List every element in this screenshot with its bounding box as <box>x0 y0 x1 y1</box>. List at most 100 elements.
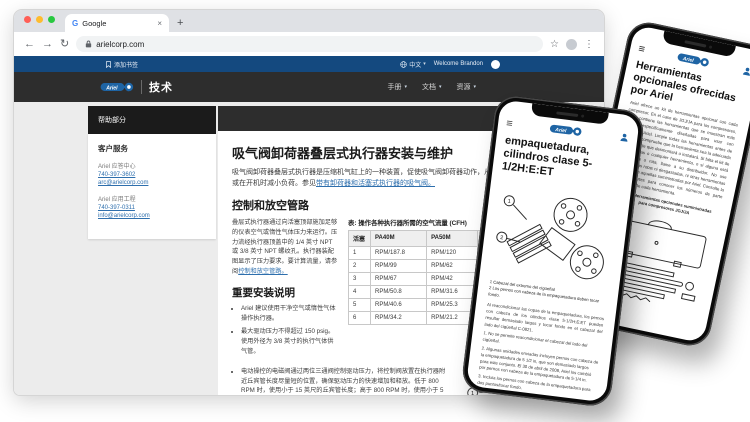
table-cell: 1 <box>349 246 371 259</box>
brand-divider <box>141 80 142 94</box>
install-note: Ariel 建议使用干净空气或惰性气体操作执行器。 <box>241 304 338 323</box>
section1-body: 叠层式执行器通过向活塞顶部施加足够的仪表空气或惰性气体压力来运行。压力流经执行器… <box>232 219 337 276</box>
window-controls[interactable] <box>24 10 55 32</box>
contact-name: Ariel 应答中心 <box>98 161 206 170</box>
table-cell: RPM/187.8 <box>371 246 427 259</box>
user-avatar[interactable] <box>491 60 500 69</box>
contact-phone-link[interactable]: 740-397-0311 <box>98 205 206 211</box>
url-text: arielcorp.com <box>96 40 144 49</box>
bookmark-icon <box>106 61 111 68</box>
table-header-cell: PA40M <box>371 230 427 246</box>
table-cell: RPM/67 <box>371 272 427 285</box>
install-note: 最大驱动压力不得超过 150 psig。使用外径为 3/8 英寸的执行气体供气管… <box>241 327 338 356</box>
camera-dot <box>709 45 713 49</box>
table-cell: RPM/50.8 <box>371 285 427 298</box>
browser-toolbar: ← → ↻ arielcorp.com ☆ ⋮ <box>14 32 604 56</box>
diagram-callout: 1 <box>507 199 511 205</box>
browser-profile-avatar[interactable] <box>566 39 577 50</box>
speaker-grille <box>685 40 707 48</box>
maximize-window-button[interactable] <box>48 16 55 23</box>
table-cell: 4 <box>349 285 371 298</box>
hamburger-menu-icon[interactable]: ≡ <box>637 43 646 55</box>
packing-diagram: 1 2 <box>486 177 623 292</box>
site-section-title: 技术 <box>149 79 173 95</box>
chevron-down-icon: ▾ <box>404 84 407 90</box>
ariel-logo <box>549 123 583 138</box>
bookmark-star-icon[interactable]: ☆ <box>550 39 559 50</box>
tab-close-icon[interactable]: × <box>157 19 162 28</box>
site-utility-bar: 添加书签 中文 ▾ Welcome Brandon <box>14 56 604 72</box>
site-brand[interactable]: 技术 <box>100 79 173 95</box>
install-note: 电动操控的电磁阀通过两位三通阀控制驱动压力，将控制阀放置在执行器附近丘宾管长度尽… <box>241 367 447 395</box>
nav-menu-item[interactable]: 手册 ▾ <box>387 82 407 92</box>
section1-text: 叠层式执行器通过向活塞顶部施加足够的仪表空气或惰性气体压力来运行。压力流经执行器… <box>232 218 338 278</box>
hamburger-menu-icon[interactable]: ≡ <box>506 117 514 129</box>
table-cell: RPM/31.6 <box>427 285 478 298</box>
profile-icon[interactable] <box>741 65 750 77</box>
install-notes-top: Ariel 建议使用干净空气或惰性气体操作执行器。最大驱动压力不得超过 150 … <box>232 304 338 356</box>
help-sidebar: 帮助部分 客户服务 Ariel 应答中心 740-397-3602 arc@ar… <box>88 106 216 239</box>
utility-right-group: 中文 ▾ Welcome Brandon <box>400 56 500 72</box>
table-cell: RPM/42 <box>427 272 478 285</box>
table-cell: RPM/62 <box>427 259 478 272</box>
table-cell: 2 <box>349 259 371 272</box>
install-notes-bottom-wrap: 电动操控的电磁阀通过两位三通阀控制驱动压力，将控制阀放置在执行器附近丘宾管长度尽… <box>232 367 447 395</box>
contact-email-link[interactable]: info@arielcorp.com <box>98 213 206 219</box>
address-bar[interactable]: arielcorp.com <box>76 36 543 52</box>
section2-heading: 重要安装说明 <box>232 285 338 300</box>
camera-dot <box>581 114 584 117</box>
welcome-user[interactable]: Welcome Brandon <box>434 61 483 67</box>
browser-tab-strip: G Google × + <box>14 10 604 32</box>
ariel-logo <box>100 80 134 94</box>
reload-icon[interactable]: ↻ <box>60 39 69 50</box>
lock-icon <box>85 40 92 48</box>
speaker-grille <box>556 111 578 117</box>
chevron-down-icon: ▾ <box>473 84 476 90</box>
language-label: 中文 <box>409 60 421 69</box>
nav-menu-label: 资源 <box>456 82 470 92</box>
contact-phone-link[interactable]: 740-397-3602 <box>98 172 206 178</box>
close-window-button[interactable] <box>24 16 31 23</box>
left-column: 叠层式执行器通过向活塞顶部施加足够的仪表空气或惰性气体压力来运行。压力流经执行器… <box>232 218 338 361</box>
phone-screen-content: ≡ empaquetadura, cilindros clase 5-1/2H:… <box>466 100 640 403</box>
tab-favicon-icon: G <box>72 19 78 28</box>
table-cell: RPM/34.2 <box>371 311 427 324</box>
table-cell: RPM/99 <box>371 259 427 272</box>
table-cell: 5 <box>349 298 371 311</box>
back-icon[interactable]: ← <box>24 39 35 50</box>
new-tab-button[interactable]: + <box>177 17 183 32</box>
table-header-cell: 活塞 <box>349 230 371 246</box>
intro-link[interactable]: 带有卸荷器和活塞式执行器的吸气阀。 <box>316 180 435 187</box>
add-bookmark-button[interactable]: 添加书签 <box>106 56 138 72</box>
sidebar-body: 客户服务 Ariel 应答中心 740-397-3602 arc@arielco… <box>88 134 216 239</box>
profile-icon[interactable] <box>619 132 630 143</box>
nav-menu-label: 文档 <box>422 82 436 92</box>
contact-block: Ariel 应用工程 740-397-0311 info@arielcorp.c… <box>98 194 206 219</box>
phone-screen: ≡ empaquetadura, cilindros clase 5-1/2H:… <box>466 100 640 403</box>
sidebar-header: 帮助部分 <box>88 106 216 134</box>
contact-block: Ariel 应答中心 740-397-3602 arc@arielcorp.co… <box>98 161 206 186</box>
contact-email-link[interactable]: arc@arielcorp.com <box>98 180 206 186</box>
tab-title: Google <box>82 19 153 28</box>
table-cell: RPM/40.6 <box>371 298 427 311</box>
language-selector[interactable]: 中文 ▾ <box>400 60 426 69</box>
minimize-window-button[interactable] <box>36 16 43 23</box>
table-cell: RPM/120 <box>427 246 478 259</box>
forward-icon[interactable]: → <box>42 39 53 50</box>
table-cell: 3 <box>349 272 371 285</box>
nav-menu-item[interactable]: 文档 ▾ <box>422 82 442 92</box>
nav-menu-label: 手册 <box>387 82 401 92</box>
nav-menu-item[interactable]: 资源 ▾ <box>456 82 476 92</box>
site-nav: 手册 ▾ 文档 ▾ 资源 ▾ <box>387 82 476 92</box>
install-notes-bottom: 电动操控的电磁阀通过两位三通阀控制驱动压力，将控制阀放置在执行器附近丘宾管长度尽… <box>232 367 447 395</box>
diagram-callout: 2 <box>500 235 504 241</box>
figure-callout: 1 <box>471 391 474 395</box>
browser-menu-icon[interactable]: ⋮ <box>584 39 594 50</box>
chevron-down-icon: ▾ <box>439 84 442 90</box>
section1-link[interactable]: 控制和放空管路。 <box>238 268 288 275</box>
chevron-down-icon: ▾ <box>423 61 426 67</box>
browser-tab[interactable]: G Google × <box>65 14 169 32</box>
table-header-cell: PA50M <box>427 230 478 246</box>
contact-name: Ariel 应用工程 <box>98 194 206 203</box>
globe-icon <box>400 61 407 68</box>
